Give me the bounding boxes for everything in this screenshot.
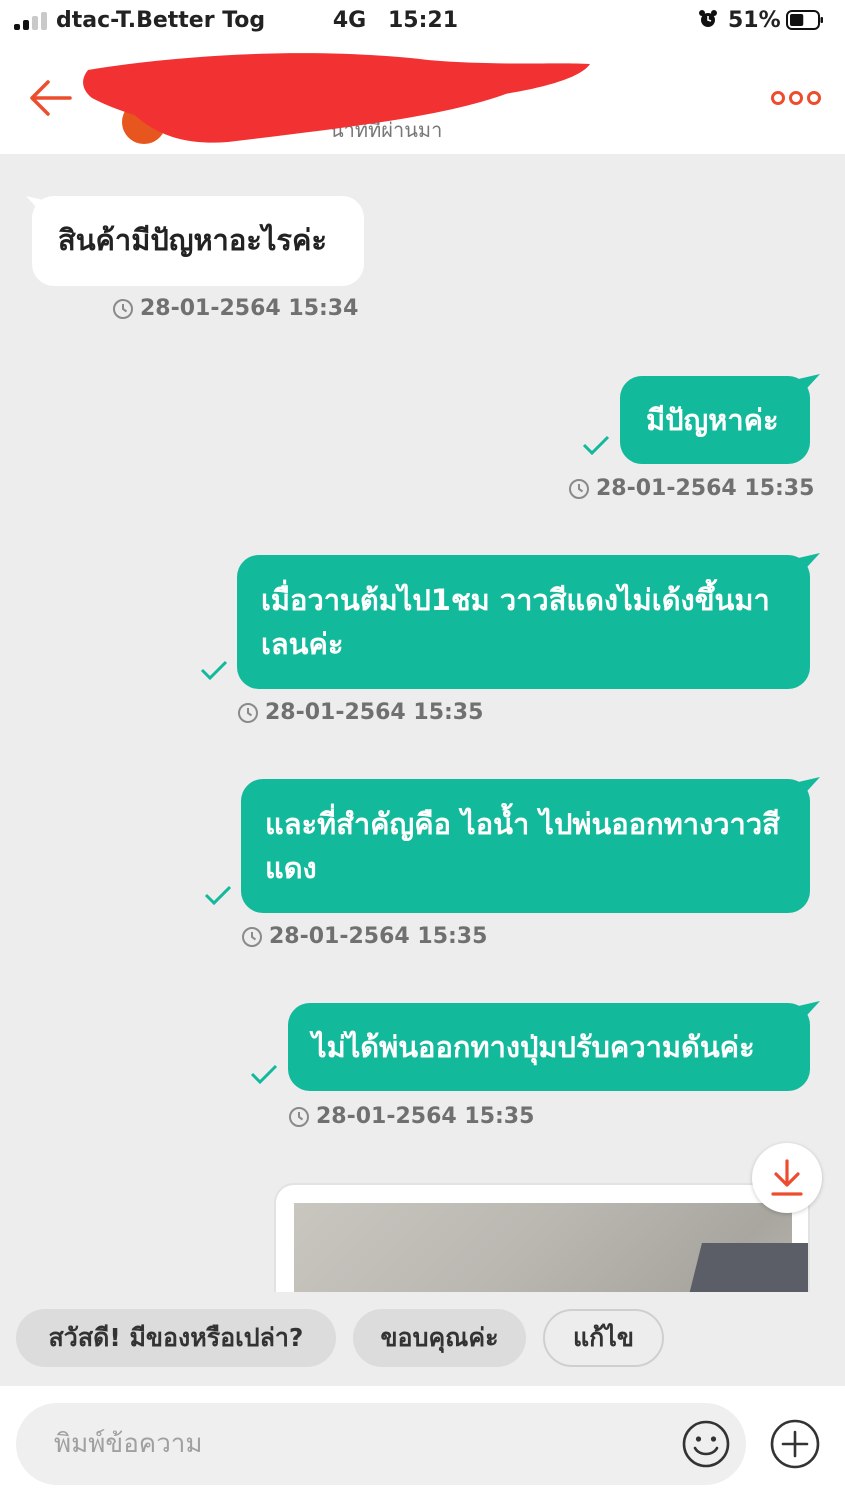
- add-attachment-icon[interactable]: [769, 1418, 821, 1470]
- clock-icon: [238, 702, 258, 723]
- status-bar: dtac-T.Better Tog 4G 15:21 51%: [0, 0, 845, 42]
- quick-reply-thanks[interactable]: ขอบคุณค่ะ: [353, 1309, 526, 1367]
- alarm-clock-icon: [699, 10, 717, 27]
- quick-reply-greeting[interactable]: สวัสดี! มีของหรือเปล่า?: [16, 1309, 336, 1367]
- message-bubble[interactable]: ไม่ได้พ่นออกทางปุ่มปรับความดันค่ะ: [288, 1003, 810, 1091]
- battery-percent: 51%: [728, 8, 781, 33]
- download-arrow-icon: [771, 1159, 803, 1196]
- message-bubble[interactable]: สินค้ามีปัญหาอะไรค่ะ: [32, 196, 364, 286]
- read-check-icon: [582, 435, 610, 456]
- read-check-icon: [250, 1064, 278, 1085]
- scroll-down-button[interactable]: [752, 1143, 822, 1213]
- carrier-name: dtac-T.Better Tog 4G: [56, 8, 367, 33]
- message-timestamp: 28-01-2564 15:35: [568, 476, 814, 501]
- image-message[interactable]: [274, 1183, 810, 1292]
- more-options-icon[interactable]: [770, 88, 822, 108]
- read-check-icon: [204, 885, 232, 906]
- chat-header: นาทีที่ผ่านมา: [0, 42, 845, 154]
- message-bubble[interactable]: และที่สำคัญคือ ไอน้ำ ไปพ่นออกทางวาวสีแดง: [241, 779, 810, 913]
- clock-icon: [569, 478, 589, 499]
- quick-reply-edit[interactable]: แก้ไข: [543, 1309, 664, 1367]
- message-timestamp: 28-01-2564 15:35: [288, 1104, 534, 1129]
- quick-replies-bar: สวัสดี! มีของหรือเปล่า? ขอบคุณค่ะ แก้ไข: [0, 1292, 845, 1386]
- message-bubble[interactable]: เมื่อวานต้มไป1ชม วาวสีแดงไม่เด้งขึ้นมาเล…: [237, 555, 810, 689]
- photo-thumbnail[interactable]: [294, 1203, 808, 1292]
- message-input-container[interactable]: [16, 1403, 746, 1485]
- back-arrow-icon[interactable]: [24, 72, 76, 124]
- message-bubble[interactable]: มีปัญหาค่ะ: [620, 376, 810, 464]
- message-timestamp: 28-01-2564 15:35: [237, 700, 483, 725]
- emoji-icon[interactable]: [680, 1418, 732, 1470]
- redaction-mark: [83, 53, 590, 143]
- signal-strength-icon: [14, 12, 50, 30]
- read-check-icon: [200, 660, 228, 681]
- clock-time: 15:21: [388, 8, 459, 33]
- battery-icon: [786, 10, 823, 30]
- clock-icon: [113, 298, 133, 319]
- clock-icon: [289, 1106, 309, 1127]
- chat-messages[interactable]: สินค้ามีปัญหาอะไรค่ะ 28-01-2564 15:34 มี…: [0, 154, 845, 1292]
- message-input[interactable]: [52, 1417, 656, 1471]
- message-timestamp: 28-01-2564 15:34: [112, 296, 358, 321]
- message-timestamp: 28-01-2564 15:35: [241, 924, 487, 949]
- clock-icon: [242, 926, 262, 947]
